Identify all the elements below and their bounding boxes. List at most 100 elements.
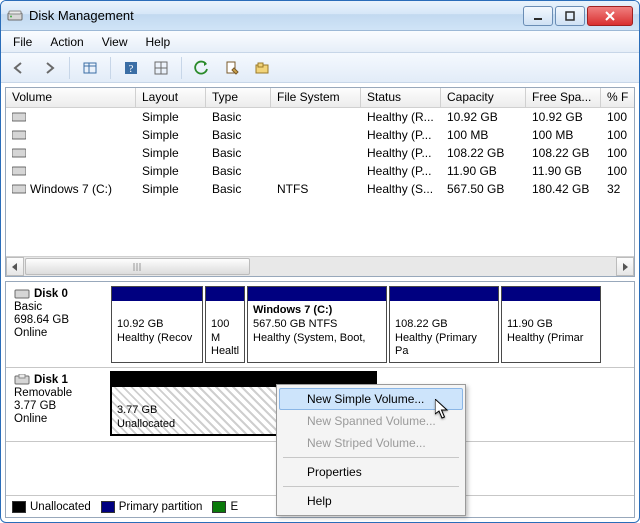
cell-layout: Simple	[136, 145, 206, 161]
partition-status: Unallocated	[117, 418, 175, 430]
disk0-state: Online	[14, 327, 103, 339]
cell-percent: 100	[601, 145, 634, 161]
partition-size: 3.77 GB	[117, 404, 157, 416]
cell-free: 10.92 GB	[526, 109, 601, 125]
properties-icon[interactable]	[220, 56, 244, 80]
disk1-label[interactable]: Disk 1 Removable 3.77 GB Online	[6, 368, 111, 441]
legend-swatch-primary	[101, 501, 115, 513]
ctx-help[interactable]: Help	[279, 490, 463, 512]
mouse-cursor	[435, 399, 449, 419]
window-frame: Disk Management File Action View Help ? …	[0, 0, 640, 523]
cell-capacity: 567.50 GB	[441, 181, 526, 197]
cell-fs	[271, 152, 361, 154]
table-row[interactable]: SimpleBasicHealthy (P...100 MB100 MB100	[6, 126, 634, 144]
cell-status: Healthy (S...	[361, 181, 441, 197]
disk0-partition[interactable]: 10.92 GBHealthy (Recov	[111, 286, 203, 363]
disk1-type: Removable	[14, 387, 103, 399]
close-button[interactable]	[587, 6, 633, 26]
toolbar-separator	[110, 57, 111, 79]
settings-icon[interactable]	[250, 56, 274, 80]
cell-free: 180.42 GB	[526, 181, 601, 197]
scroll-track[interactable]	[24, 257, 616, 276]
col-status[interactable]: Status	[361, 88, 441, 107]
cell-status: Healthy (P...	[361, 127, 441, 143]
app-icon	[7, 8, 23, 24]
minimize-button[interactable]	[523, 6, 553, 26]
horizontal-scrollbar[interactable]	[6, 256, 634, 276]
cell-type: Basic	[206, 109, 271, 125]
legend-unallocated: Unallocated	[30, 501, 91, 513]
disk0-type: Basic	[14, 301, 103, 313]
table-row[interactable]: Windows 7 (C:)SimpleBasicNTFSHealthy (S.…	[6, 180, 634, 198]
menu-help[interactable]: Help	[138, 33, 179, 51]
titlebar[interactable]: Disk Management	[1, 1, 639, 31]
cell-capacity: 108.22 GB	[441, 145, 526, 161]
ctx-separator	[283, 486, 459, 487]
col-percent[interactable]: % F	[601, 88, 634, 107]
col-layout[interactable]: Layout	[136, 88, 206, 107]
menu-action[interactable]: Action	[42, 33, 91, 51]
scroll-left-button[interactable]	[6, 257, 24, 276]
table-row[interactable]: SimpleBasicHealthy (P...11.90 GB11.90 GB…	[6, 162, 634, 180]
cell-free: 100 MB	[526, 127, 601, 143]
cell-status: Healthy (P...	[361, 145, 441, 161]
menu-view[interactable]: View	[94, 33, 136, 51]
disk0-partition[interactable]: 11.90 GBHealthy (Primar	[501, 286, 601, 363]
back-button[interactable]	[7, 56, 31, 80]
table-row[interactable]: SimpleBasicHealthy (R...10.92 GB10.92 GB…	[6, 108, 634, 126]
cell-layout: Simple	[136, 127, 206, 143]
help-icon[interactable]: ?	[119, 56, 143, 80]
col-filesystem[interactable]: File System	[271, 88, 361, 107]
col-free[interactable]: Free Spa...	[526, 88, 601, 107]
cell-fs: NTFS	[271, 181, 361, 197]
cell-free: 108.22 GB	[526, 145, 601, 161]
cell-percent: 32	[601, 181, 634, 197]
volume-icon	[12, 130, 26, 140]
scroll-thumb[interactable]	[25, 258, 250, 275]
disk1-title: Disk 1	[34, 374, 68, 386]
legend-swatch-unallocated	[12, 501, 26, 513]
cell-capacity: 100 MB	[441, 127, 526, 143]
col-volume[interactable]: Volume	[6, 88, 136, 107]
col-type[interactable]: Type	[206, 88, 271, 107]
col-capacity[interactable]: Capacity	[441, 88, 526, 107]
disk0-size: 698.64 GB	[14, 314, 103, 326]
disk0-label[interactable]: Disk 0 Basic 698.64 GB Online	[6, 282, 111, 367]
cell-status: Healthy (R...	[361, 109, 441, 125]
legend-primary: Primary partition	[119, 501, 203, 513]
ctx-new-striped-volume: New Striped Volume...	[279, 432, 463, 454]
grid-icon[interactable]	[149, 56, 173, 80]
forward-button[interactable]	[37, 56, 61, 80]
ctx-properties[interactable]: Properties	[279, 461, 463, 483]
menubar: File Action View Help	[1, 31, 639, 53]
details-view-icon[interactable]	[78, 56, 102, 80]
refresh-icon[interactable]	[190, 56, 214, 80]
toolbar-separator	[69, 57, 70, 79]
cell-percent: 100	[601, 163, 634, 179]
svg-text:?: ?	[129, 63, 134, 75]
toolbar-separator	[181, 57, 182, 79]
cell-type: Basic	[206, 145, 271, 161]
cell-percent: 100	[601, 127, 634, 143]
cell-fs	[271, 170, 361, 172]
disk0-partition[interactable]: Windows 7 (C:)567.50 GB NTFSHealthy (Sys…	[247, 286, 387, 363]
cell-layout: Simple	[136, 181, 206, 197]
removable-disk-icon	[14, 374, 30, 386]
cell-layout: Simple	[136, 163, 206, 179]
disk0-partition[interactable]: 108.22 GBHealthy (Primary Pa	[389, 286, 499, 363]
ctx-separator	[283, 457, 459, 458]
volume-icon	[12, 184, 26, 194]
cell-type: Basic	[206, 127, 271, 143]
volume-list: Volume Layout Type File System Status Ca…	[5, 87, 635, 277]
volume-name: Windows 7 (C:)	[30, 182, 112, 196]
maximize-button[interactable]	[555, 6, 585, 26]
disk0-partition[interactable]: 100 MHealtl	[205, 286, 245, 363]
legend-extended: E	[230, 501, 238, 513]
disk-icon	[14, 288, 30, 300]
volume-icon	[12, 112, 26, 122]
table-row[interactable]: SimpleBasicHealthy (P...108.22 GB108.22 …	[6, 144, 634, 162]
cell-fs	[271, 116, 361, 118]
legend-swatch-extended	[212, 501, 226, 513]
scroll-right-button[interactable]	[616, 257, 634, 276]
menu-file[interactable]: File	[5, 33, 40, 51]
